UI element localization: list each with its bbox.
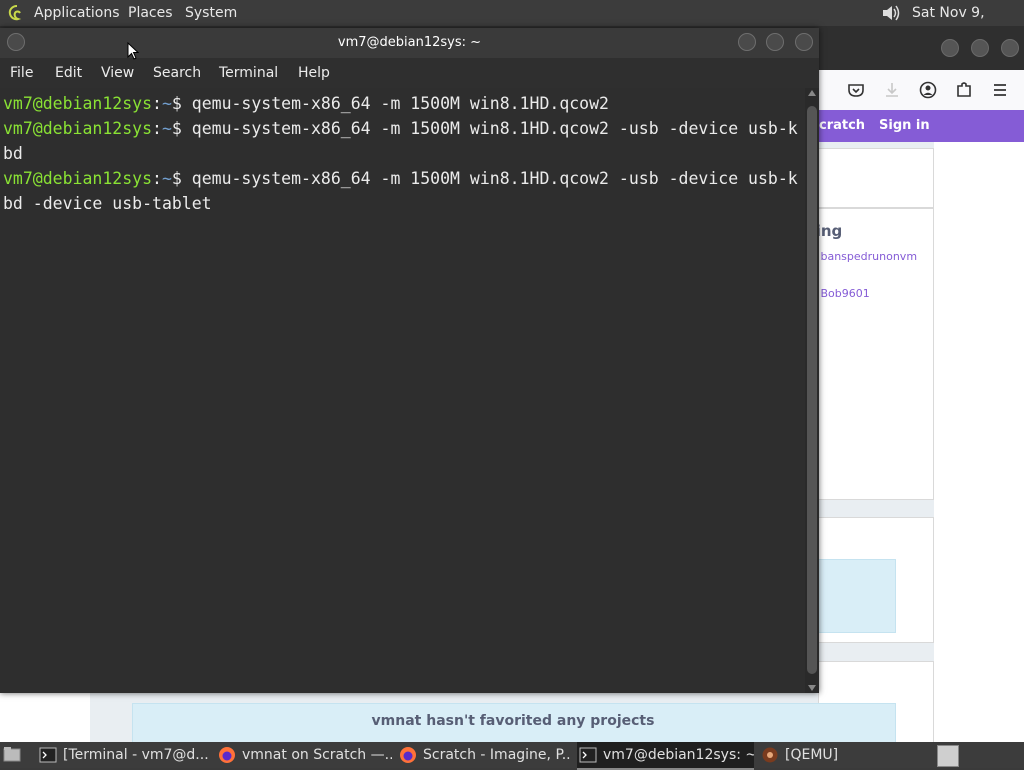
- task-label: Scratch - Imagine, P...: [423, 747, 572, 763]
- maximize-button[interactable]: [971, 39, 989, 57]
- top-panel: Applications Places System Sat Nov 9, 02…: [0, 0, 1024, 47]
- activity-user-link[interactable]: banspedrunonvm: [820, 250, 917, 263]
- menu-edit[interactable]: Edit: [55, 58, 82, 88]
- task-label: vm7@debian12sys: ~: [603, 747, 754, 763]
- prompt-path: ~: [161, 169, 172, 188]
- volume-icon[interactable]: [880, 3, 902, 23]
- extensions-icon[interactable]: [954, 80, 974, 100]
- firefox-icon: [219, 747, 235, 763]
- terminal-titlebar[interactable]: vm7@debian12sys: ~: [0, 28, 819, 58]
- terminal-window: vm7@debian12sys: ~ File Edit View Search…: [0, 28, 819, 693]
- clock[interactable]: Sat Nov 9, 02:41: [912, 0, 1024, 47]
- menu-applications[interactable]: Applications: [34, 0, 120, 26]
- hamburger-menu-icon[interactable]: [990, 80, 1010, 100]
- prompt-sign: $: [171, 169, 192, 188]
- terminal-line: vm7@debian12sys:~$ qemu-system-x86_64 -m…: [3, 166, 798, 191]
- terminal-menubar: File Edit View Search Terminal Help: [0, 58, 819, 88]
- terminal-line: vm7@debian12sys:~$ qemu-system-x86_64 -m…: [3, 116, 798, 141]
- pocket-icon[interactable]: [846, 80, 866, 100]
- command-text: qemu-system-x86_64 -m 1500M win8.1HD.qco…: [191, 119, 798, 138]
- prompt-path: ~: [161, 94, 172, 113]
- task-qemu[interactable]: [QEMU]: [759, 742, 879, 768]
- terminal-scrollbar[interactable]: [805, 88, 819, 693]
- prompt-sign: $: [171, 119, 192, 138]
- favorites-empty-message: vmnat hasn't favorited any projects: [371, 713, 655, 729]
- maximize-button[interactable]: [766, 33, 784, 51]
- firefox-icon: [400, 747, 416, 763]
- task-label: [Terminal - vm7@d...: [63, 747, 209, 763]
- close-button[interactable]: [795, 33, 813, 51]
- menu-places[interactable]: Places: [128, 0, 173, 26]
- task-terminal-old[interactable]: [Terminal - vm7@d...: [37, 742, 209, 768]
- page-margin-right: [934, 142, 1024, 742]
- qemu-icon: [762, 747, 778, 763]
- menu-search[interactable]: Search: [153, 58, 201, 88]
- command-text: bd -device usb-tablet: [3, 194, 212, 213]
- terminal-title: vm7@debian12sys: ~: [337, 35, 482, 50]
- info-box: [818, 559, 896, 633]
- prompt-user: vm7@debian12sys: [3, 94, 153, 113]
- debian-logo-icon[interactable]: [6, 3, 26, 23]
- terminal-icon: [39, 747, 57, 763]
- terminal-icon: [579, 747, 597, 763]
- task-firefox-vmnat[interactable]: vmnat on Scratch —...: [216, 742, 392, 768]
- nav-item-scratch[interactable]: cratch: [819, 110, 865, 142]
- sign-in-link[interactable]: Sign in: [879, 110, 930, 142]
- scroll-thumb[interactable]: [807, 106, 817, 674]
- task-firefox-scratch[interactable]: Scratch - Imagine, P...: [397, 742, 572, 768]
- account-icon[interactable]: [918, 80, 938, 100]
- scroll-down-icon[interactable]: [808, 685, 816, 691]
- prompt-user: vm7@debian12sys: [3, 119, 153, 138]
- taskbar: [Terminal - vm7@d... vmnat on Scratch —.…: [0, 742, 1024, 770]
- prompt-separator: :: [152, 169, 162, 188]
- prompt-separator: :: [152, 119, 162, 138]
- task-label: [QEMU]: [785, 747, 839, 763]
- show-desktop-icon[interactable]: [3, 746, 21, 762]
- activity-user-link[interactable]: Bob9601: [820, 287, 869, 300]
- menu-terminal[interactable]: Terminal: [219, 58, 278, 88]
- minimize-button[interactable]: [941, 39, 959, 57]
- card-header: [818, 148, 934, 208]
- command-text: qemu-system-x86_64 -m 1500M win8.1HD.qco…: [191, 94, 609, 113]
- task-label: vmnat on Scratch —...: [242, 747, 392, 763]
- workspace-switcher[interactable]: [937, 745, 959, 767]
- activity-item: g banspedrunonvm: [810, 250, 917, 263]
- command-text: qemu-system-x86_64 -m 1500M win8.1HD.qco…: [191, 169, 798, 188]
- download-icon[interactable]: [882, 80, 902, 100]
- terminal-line: bd: [3, 141, 23, 166]
- terminal-output[interactable]: vm7@debian12sys:~$ qemu-system-x86_64 -m…: [0, 88, 805, 693]
- prompt-path: ~: [161, 119, 172, 138]
- menu-view[interactable]: View: [101, 58, 134, 88]
- scroll-up-icon[interactable]: [808, 90, 816, 96]
- minimize-button[interactable]: [738, 33, 756, 51]
- prompt-user: vm7@debian12sys: [3, 169, 153, 188]
- menu-system[interactable]: System: [185, 0, 237, 26]
- prompt-sign: $: [171, 94, 192, 113]
- terminal-line: bd -device usb-tablet: [3, 191, 212, 216]
- prompt-separator: :: [152, 94, 162, 113]
- terminal-line: vm7@debian12sys:~$ qemu-system-x86_64 -m…: [3, 91, 609, 116]
- mouse-cursor-icon: [127, 42, 139, 60]
- menu-file[interactable]: File: [10, 58, 33, 88]
- close-button[interactable]: [1001, 39, 1019, 57]
- command-text: bd: [3, 144, 23, 163]
- task-terminal-active[interactable]: vm7@debian12sys: ~: [577, 742, 754, 770]
- menu-help[interactable]: Help: [298, 58, 330, 88]
